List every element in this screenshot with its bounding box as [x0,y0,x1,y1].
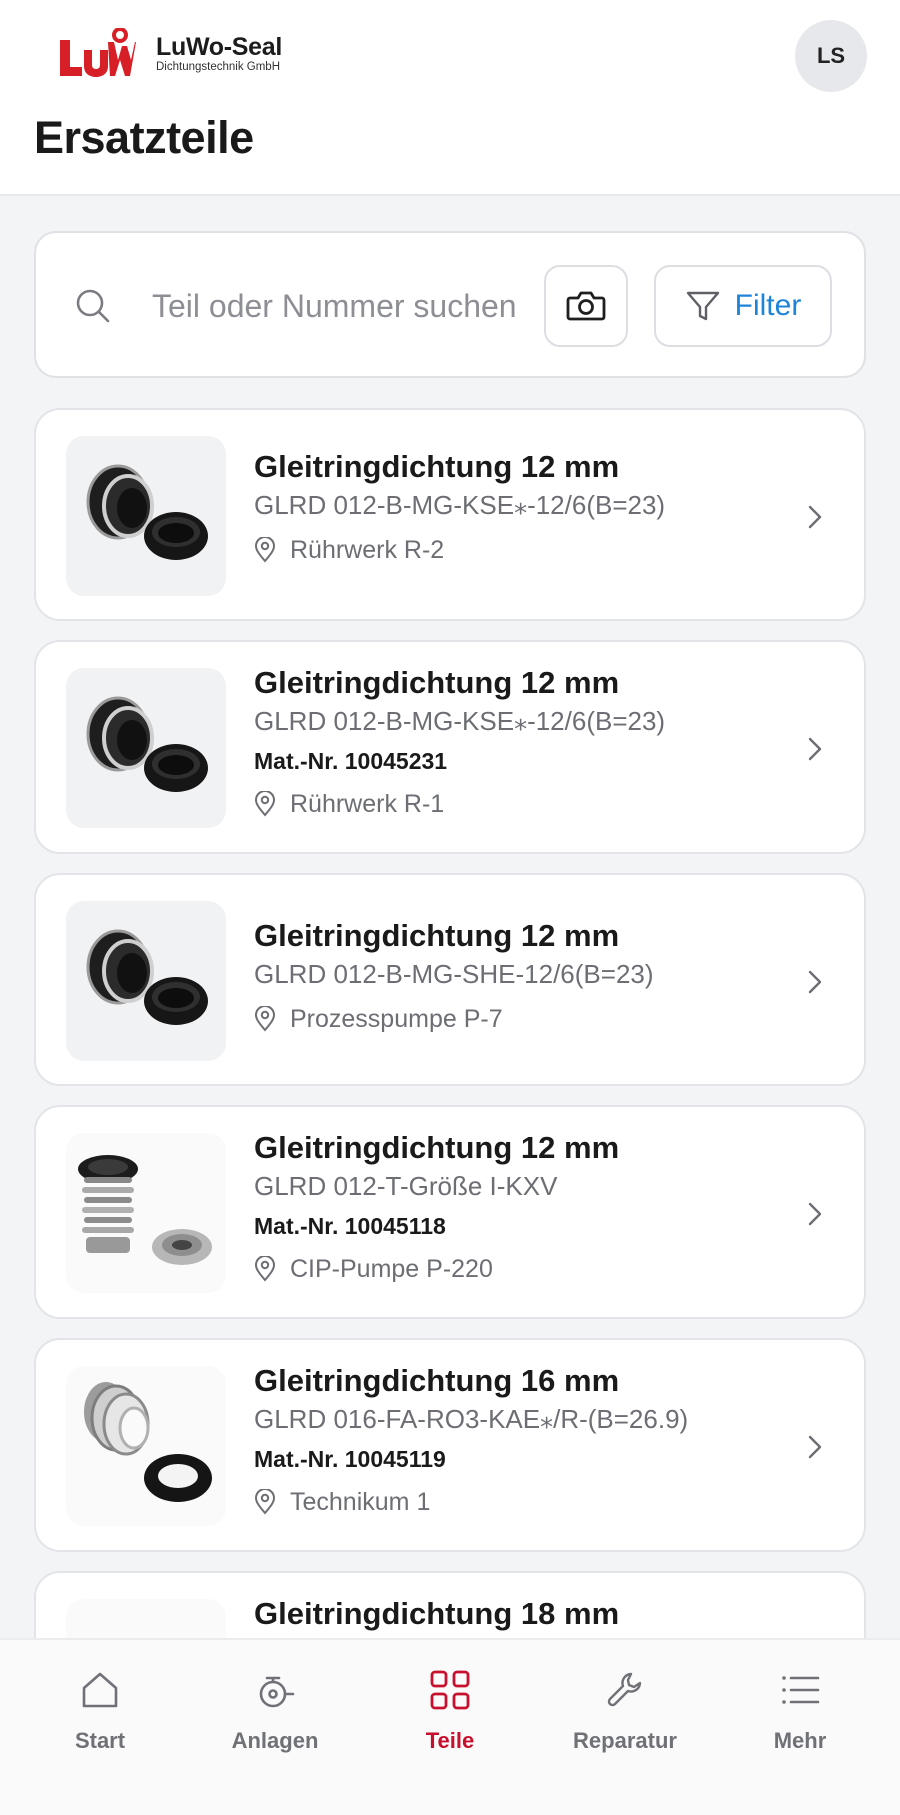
nav-item-start[interactable]: Start [30,1668,170,1768]
nav-item-reparatur[interactable]: Reparatur [555,1668,695,1768]
wrench-icon [607,1672,642,1707]
filter-button[interactable]: Filter [654,265,832,347]
app-header: LuWo-Seal Dichtungstechnik GmbH LS Ersat… [0,0,900,196]
location-pin-icon [254,1006,276,1032]
menu-list-icon [782,1676,820,1704]
part-info: Gleitringdichtung 16 mm GLRD 016-FA-RO3-… [254,1362,784,1524]
location-pin-icon [254,537,276,563]
part-location: CIP-Pumpe P-220 [254,1247,784,1291]
filter-icon [686,291,719,321]
part-card[interactable]: Gleitringdichtung 12 mm GLRD 012-T-Größe… [34,1105,866,1319]
nav-label: Anlagen [231,1728,319,1753]
bellows-seal-steel-image [84,1382,212,1502]
double-seal-black-image [86,464,208,560]
location-pin-icon [254,1256,276,1282]
nav-label: Start [74,1728,126,1753]
nav-label: Mehr [773,1728,827,1753]
part-material-number: Mat.-Nr. 10045118 [254,1213,446,1239]
part-title: Gleitringdichtung 12 mm [254,918,620,953]
part-image [66,1366,226,1526]
part-location-label: Rührwerk R-2 [290,536,445,564]
camera-scan-button[interactable] [544,265,628,347]
nav-item-mehr[interactable]: Mehr [730,1668,870,1768]
part-image [66,436,226,596]
part-code: GLRD 012-B-MG-SHE-12/6(B=23) [254,959,654,989]
search-card: Filter [34,231,866,378]
part-image [66,1133,226,1293]
company-logo[interactable]: LuWo-Seal Dichtungstechnik GmbH [58,28,282,80]
part-material-number: Mat.-Nr. 10045231 [254,748,448,774]
part-location: Technikum 1 [254,1480,784,1524]
part-info: Gleitringdichtung 12 mm GLRD 012-B-MG-SH… [254,917,784,1041]
location-pin-icon [254,791,276,817]
part-location-label: Prozesspumpe P-7 [290,1005,503,1033]
part-card[interactable]: Gleitringdichtung 12 mm GLRD 012-B-MG-KS… [34,640,866,854]
user-avatar[interactable]: LS [795,20,867,92]
part-title: Gleitringdichtung 16 mm [254,1363,620,1398]
part-title: Gleitringdichtung 12 mm [254,665,620,700]
camera-icon [566,291,606,321]
page-title: Ersatzteile [34,112,254,163]
search-input[interactable] [152,277,544,335]
nav-item-anlagen[interactable]: Anlagen [205,1668,345,1768]
part-card[interactable]: Gleitringdichtung 16 mm GLRD 016-FA-RO3-… [34,1338,866,1552]
part-card[interactable]: Gleitringdichtung 12 mm GLRD 012-B-MG-KS… [34,408,866,621]
part-image [66,901,226,1061]
bottom-navigation: Start Anlagen Teile Reparatur Mehr [0,1638,900,1815]
part-info: Gleitringdichtung 18 mm [254,1595,784,1633]
search-icon [76,289,110,323]
part-code: GLRD 012-B-MG-KSE⁎-12/6(B=23) [254,490,666,520]
pump-icon [259,1676,295,1708]
part-location: Prozesspumpe P-7 [254,997,784,1041]
part-info: Gleitringdichtung 12 mm GLRD 012-T-Größe… [254,1129,784,1291]
part-location-label: Technikum 1 [290,1488,431,1516]
nav-label: Reparatur [573,1728,677,1753]
part-location-label: CIP-Pumpe P-220 [290,1255,493,1283]
part-location: Rührwerk R-1 [254,782,784,826]
home-icon [82,1672,118,1708]
part-card[interactable]: Gleitringdichtung 12 mm GLRD 012-B-MG-SH… [34,873,866,1086]
part-location: Rührwerk R-2 [254,528,784,572]
part-material-number: Mat.-Nr. 10045119 [254,1446,446,1472]
part-title: Gleitringdichtung 18 mm [254,1596,620,1631]
nav-label: Teile [425,1728,475,1753]
location-pin-icon [254,1489,276,1515]
spring-seal-steel-image [78,1155,212,1265]
logo-subtitle: Dichtungstechnik GmbH [156,61,280,73]
part-code: GLRD 012-T-Größe I-KXV [254,1171,558,1201]
double-seal-black-image [86,929,208,1025]
part-title: Gleitringdichtung 12 mm [254,1130,620,1165]
part-info: Gleitringdichtung 12 mm GLRD 012-B-MG-KS… [254,664,784,826]
part-code: GLRD 012-B-MG-KSE⁎-12/6(B=23) [254,706,666,736]
logo-name: LuWo-Seal [156,33,283,61]
luwo-logo-mark [60,28,136,77]
double-seal-black-image [86,696,208,792]
chevron-right-icon [808,505,822,529]
filter-label: Filter [734,289,802,322]
chevron-right-icon [808,737,822,761]
part-title: Gleitringdichtung 12 mm [254,449,620,484]
chevron-right-icon [808,1202,822,1226]
part-image [66,668,226,828]
grid-icon [430,1670,470,1710]
chevron-right-icon [808,1435,822,1459]
nav-item-teile[interactable]: Teile [380,1668,520,1768]
part-code: GLRD 016-FA-RO3-KAE⁎/R-(B=26.9) [254,1404,689,1434]
chevron-right-icon [808,970,822,994]
part-info: Gleitringdichtung 12 mm GLRD 012-B-MG-KS… [254,448,784,572]
part-location-label: Rührwerk R-1 [290,790,445,818]
